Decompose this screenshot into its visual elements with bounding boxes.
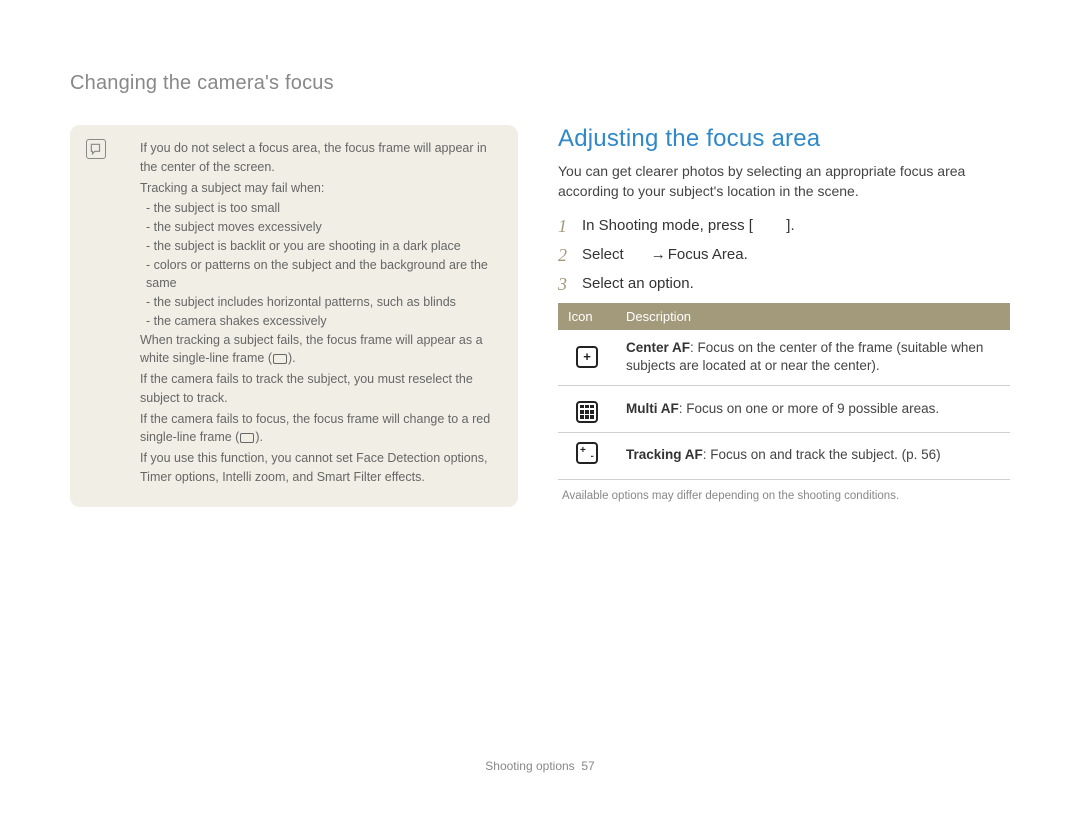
note-fail-list: the subject is too small the subject mov… <box>140 199 500 330</box>
breadcrumb: Changing the camera's focus <box>70 72 1010 95</box>
steps-list: 1 In Shooting mode, press [ ]. 2 Select … <box>558 216 1010 295</box>
table-header-desc: Description <box>616 303 1010 330</box>
center-af-icon <box>576 346 598 368</box>
section-title: Adjusting the focus area <box>558 125 1010 153</box>
table-row: Center AF: Focus on the center of the fr… <box>558 330 1010 386</box>
note-fail-intro: Tracking a subject may fail when: <box>140 179 500 198</box>
options-table: Icon Description Center AF: Focus on the… <box>558 303 1010 480</box>
step-number: 1 <box>558 216 582 237</box>
step-number: 3 <box>558 274 582 295</box>
note-fail-item: colors or patterns on the subject and th… <box>140 256 500 294</box>
step-3: 3 Select an option. <box>558 274 1010 295</box>
step-1: 1 In Shooting mode, press [ ]. <box>558 216 1010 237</box>
frame-icon <box>273 354 287 364</box>
arrow-icon: → <box>651 246 666 263</box>
tracking-af-icon: +.. <box>576 442 598 464</box>
note-fail-item: the subject includes horizontal patterns… <box>140 293 500 312</box>
step-2: 2 Select → Focus Area. <box>558 245 1010 266</box>
step-number: 2 <box>558 245 582 266</box>
note-fail-item: the subject is too small <box>140 199 500 218</box>
frame-icon <box>240 433 254 443</box>
table-header-icon: Icon <box>558 303 616 330</box>
multi-af-icon <box>576 401 598 423</box>
page-footer: Shooting options 57 <box>0 759 1080 773</box>
note-red-frame: If the camera fails to focus, the focus … <box>140 410 500 448</box>
note-icon <box>86 139 106 159</box>
note-fail-result: When tracking a subject fails, the focus… <box>140 331 500 369</box>
table-row: Multi AF: Focus on one or more of 9 poss… <box>558 386 1010 432</box>
note-reselect: If the camera fails to track the subject… <box>140 370 500 408</box>
note-fail-item: the camera shakes excessively <box>140 312 500 331</box>
note-intro: If you do not select a focus area, the f… <box>140 139 500 177</box>
table-row: +.. Tracking AF: Focus on and track the … <box>558 432 1010 479</box>
note-restrict: If you use this function, you cannot set… <box>140 449 500 487</box>
note-fail-item: the subject is backlit or you are shooti… <box>140 237 500 256</box>
table-note: Available options may differ depending o… <box>558 490 1010 502</box>
note-box: If you do not select a focus area, the f… <box>70 125 518 507</box>
section-desc: You can get clearer photos by selecting … <box>558 161 1010 202</box>
note-fail-item: the subject moves excessively <box>140 218 500 237</box>
